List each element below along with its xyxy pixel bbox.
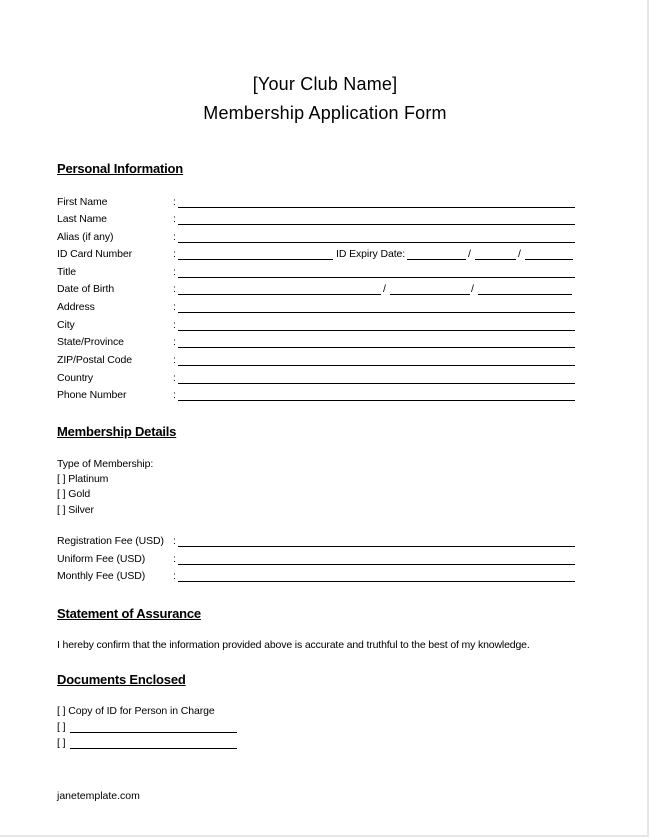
date-of-birth-day-field[interactable] — [178, 294, 381, 295]
separator: : — [173, 553, 176, 565]
separator: : — [173, 283, 176, 295]
last-name-field[interactable] — [178, 224, 575, 225]
first-name-field[interactable] — [178, 207, 575, 208]
checkbox-icon[interactable]: [ ] — [57, 721, 66, 733]
source-footer: janetemplate.com — [57, 790, 140, 802]
separator: : — [173, 389, 176, 401]
label-city: City — [57, 319, 75, 331]
checkbox-icon[interactable]: [ ] — [57, 488, 66, 500]
checkbox-icon[interactable]: [ ] — [57, 473, 66, 485]
document-blank-field[interactable] — [70, 748, 237, 749]
separator: : — [173, 231, 176, 243]
separator: : — [173, 213, 176, 225]
label-uniform-fee: Uniform Fee (USD) — [57, 553, 146, 565]
document-item[interactable]: [ ] Copy of ID for Person in Charge — [57, 705, 215, 717]
date-of-birth-month-field[interactable] — [390, 294, 470, 295]
date-separator: / — [518, 248, 521, 260]
membership-option-silver[interactable]: [ ] Silver — [57, 504, 94, 516]
option-label: Gold — [68, 488, 91, 500]
document-blank-field[interactable] — [70, 732, 237, 733]
label-registration-fee: Registration Fee (USD) — [57, 535, 164, 547]
document-item[interactable]: [ ] — [57, 737, 66, 749]
separator: : — [173, 570, 176, 582]
checkbox-icon[interactable]: [ ] — [57, 504, 66, 516]
checkbox-icon[interactable]: [ ] — [57, 705, 66, 717]
id-expiry-day-field[interactable] — [407, 259, 466, 260]
label-title: Title — [57, 266, 76, 278]
label-alias: Alias (if any) — [57, 231, 114, 243]
title-field[interactable] — [178, 277, 575, 278]
monthly-fee-field[interactable] — [178, 581, 575, 582]
option-label: Silver — [68, 504, 94, 516]
label-type-of-membership: Type of Membership: — [57, 458, 154, 470]
label-state-province: State/Province — [57, 336, 124, 348]
document-label: Copy of ID for Person in Charge — [68, 705, 215, 717]
label-address: Address — [57, 301, 95, 313]
date-separator: / — [471, 283, 474, 295]
label-last-name: Last Name — [57, 213, 107, 225]
form-title: Membership Application Form — [203, 103, 447, 123]
id-expiry-month-field[interactable] — [475, 259, 516, 260]
date-of-birth-year-field[interactable] — [478, 294, 572, 295]
phone-number-field[interactable] — [178, 400, 575, 401]
label-first-name: First Name — [57, 196, 108, 208]
uniform-fee-field[interactable] — [178, 564, 575, 565]
id-card-number-field[interactable] — [178, 259, 333, 260]
section-heading-personal-information: Personal Information — [57, 161, 184, 176]
separator: : — [173, 535, 176, 547]
label-monthly-fee: Monthly Fee (USD) — [57, 570, 146, 582]
checkbox-icon[interactable]: [ ] — [57, 737, 66, 749]
section-heading-membership-details: Membership Details — [57, 424, 177, 439]
alias-field[interactable] — [178, 242, 575, 243]
membership-option-platinum[interactable]: [ ] Platinum — [57, 473, 108, 485]
city-field[interactable] — [178, 330, 575, 331]
address-field[interactable] — [178, 312, 575, 313]
date-separator: / — [468, 248, 471, 260]
label-zip-postal-code: ZIP/Postal Code — [57, 354, 132, 366]
label-country: Country — [57, 372, 94, 384]
separator: : — [173, 336, 176, 348]
form-page: [Your Club Name] Membership Application … — [0, 0, 649, 837]
label-phone-number: Phone Number — [57, 389, 127, 401]
id-expiry-year-field[interactable] — [525, 259, 573, 260]
label-id-expiry-date: ID Expiry Date: — [336, 248, 406, 260]
separator: : — [173, 196, 176, 208]
date-separator: / — [383, 283, 386, 295]
club-name: [Your Club Name] — [252, 74, 398, 94]
section-heading-statement-of-assurance: Statement of Assurance — [57, 606, 201, 621]
separator: : — [173, 319, 176, 331]
separator: : — [173, 372, 176, 384]
assurance-statement-text: I hereby confirm that the information pr… — [57, 639, 530, 651]
section-heading-documents-enclosed: Documents Enclosed — [57, 672, 186, 687]
separator: : — [173, 301, 176, 313]
membership-option-gold[interactable]: [ ] Gold — [57, 488, 90, 500]
option-label: Platinum — [68, 473, 109, 485]
registration-fee-field[interactable] — [178, 546, 575, 547]
document-item[interactable]: [ ] — [57, 721, 66, 733]
country-field[interactable] — [178, 383, 575, 384]
separator: : — [173, 354, 176, 366]
separator: : — [173, 248, 176, 260]
label-date-of-birth: Date of Birth — [57, 283, 115, 295]
zip-postal-code-field[interactable] — [178, 365, 575, 366]
state-province-field[interactable] — [178, 347, 575, 348]
label-id-card-number: ID Card Number — [57, 248, 133, 260]
separator: : — [173, 266, 176, 278]
